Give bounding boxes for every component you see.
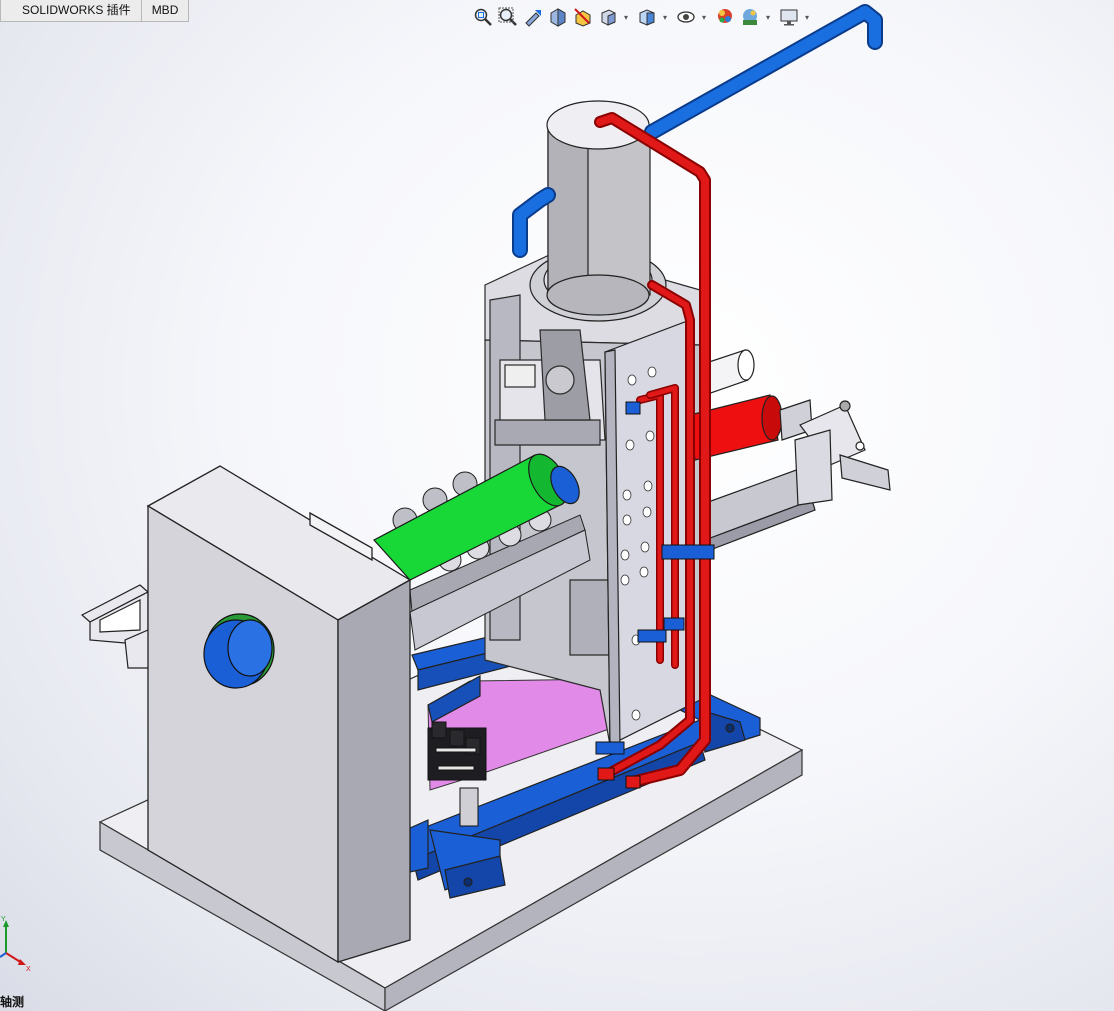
chevron-down-icon[interactable]: ▾ — [764, 6, 772, 28]
dynamic-annotation-icon[interactable] — [572, 6, 594, 28]
command-manager-tabs: SOLIDWORKS 插件 MBD — [0, 0, 190, 22]
reference-triad[interactable]: Y X — [0, 915, 34, 973]
triad-y-label: Y — [1, 916, 6, 923]
assembly-model[interactable] — [0, 0, 1114, 1011]
view-orientation-label: 轴测 — [0, 995, 25, 1009]
heads-up-view-toolbar: ▾ ▾ ▾ ▾ ▾ — [472, 4, 817, 30]
zoom-to-area-icon[interactable] — [497, 6, 519, 28]
graphics-viewport[interactable]: SOLIDWORKS 插件 MBD ▾ ▾ ▾ ▾ ▾ Y X 轴测 — [0, 0, 1114, 1011]
section-view-icon[interactable] — [547, 6, 569, 28]
hide-show-items-icon[interactable] — [675, 6, 697, 28]
tab-mbd[interactable]: MBD — [140, 0, 190, 22]
edit-appearance-icon[interactable] — [714, 6, 736, 28]
view-orientation-icon[interactable] — [597, 6, 619, 28]
chevron-down-icon[interactable]: ▾ — [700, 6, 708, 28]
apply-scene-icon[interactable] — [739, 6, 761, 28]
chevron-down-icon[interactable]: ▾ — [661, 6, 669, 28]
triad-x-label: X — [26, 966, 31, 973]
chevron-down-icon[interactable]: ▾ — [803, 6, 811, 28]
display-style-icon[interactable] — [636, 6, 658, 28]
left-handle-bracket[interactable] — [80, 584, 151, 669]
previous-view-icon[interactable] — [522, 6, 544, 28]
chevron-down-icon[interactable]: ▾ — [622, 6, 630, 28]
view-settings-icon[interactable] — [778, 6, 800, 28]
tab-solidworks-addins[interactable]: SOLIDWORKS 插件 — [0, 0, 142, 22]
zoom-to-fit-icon[interactable] — [472, 6, 494, 28]
